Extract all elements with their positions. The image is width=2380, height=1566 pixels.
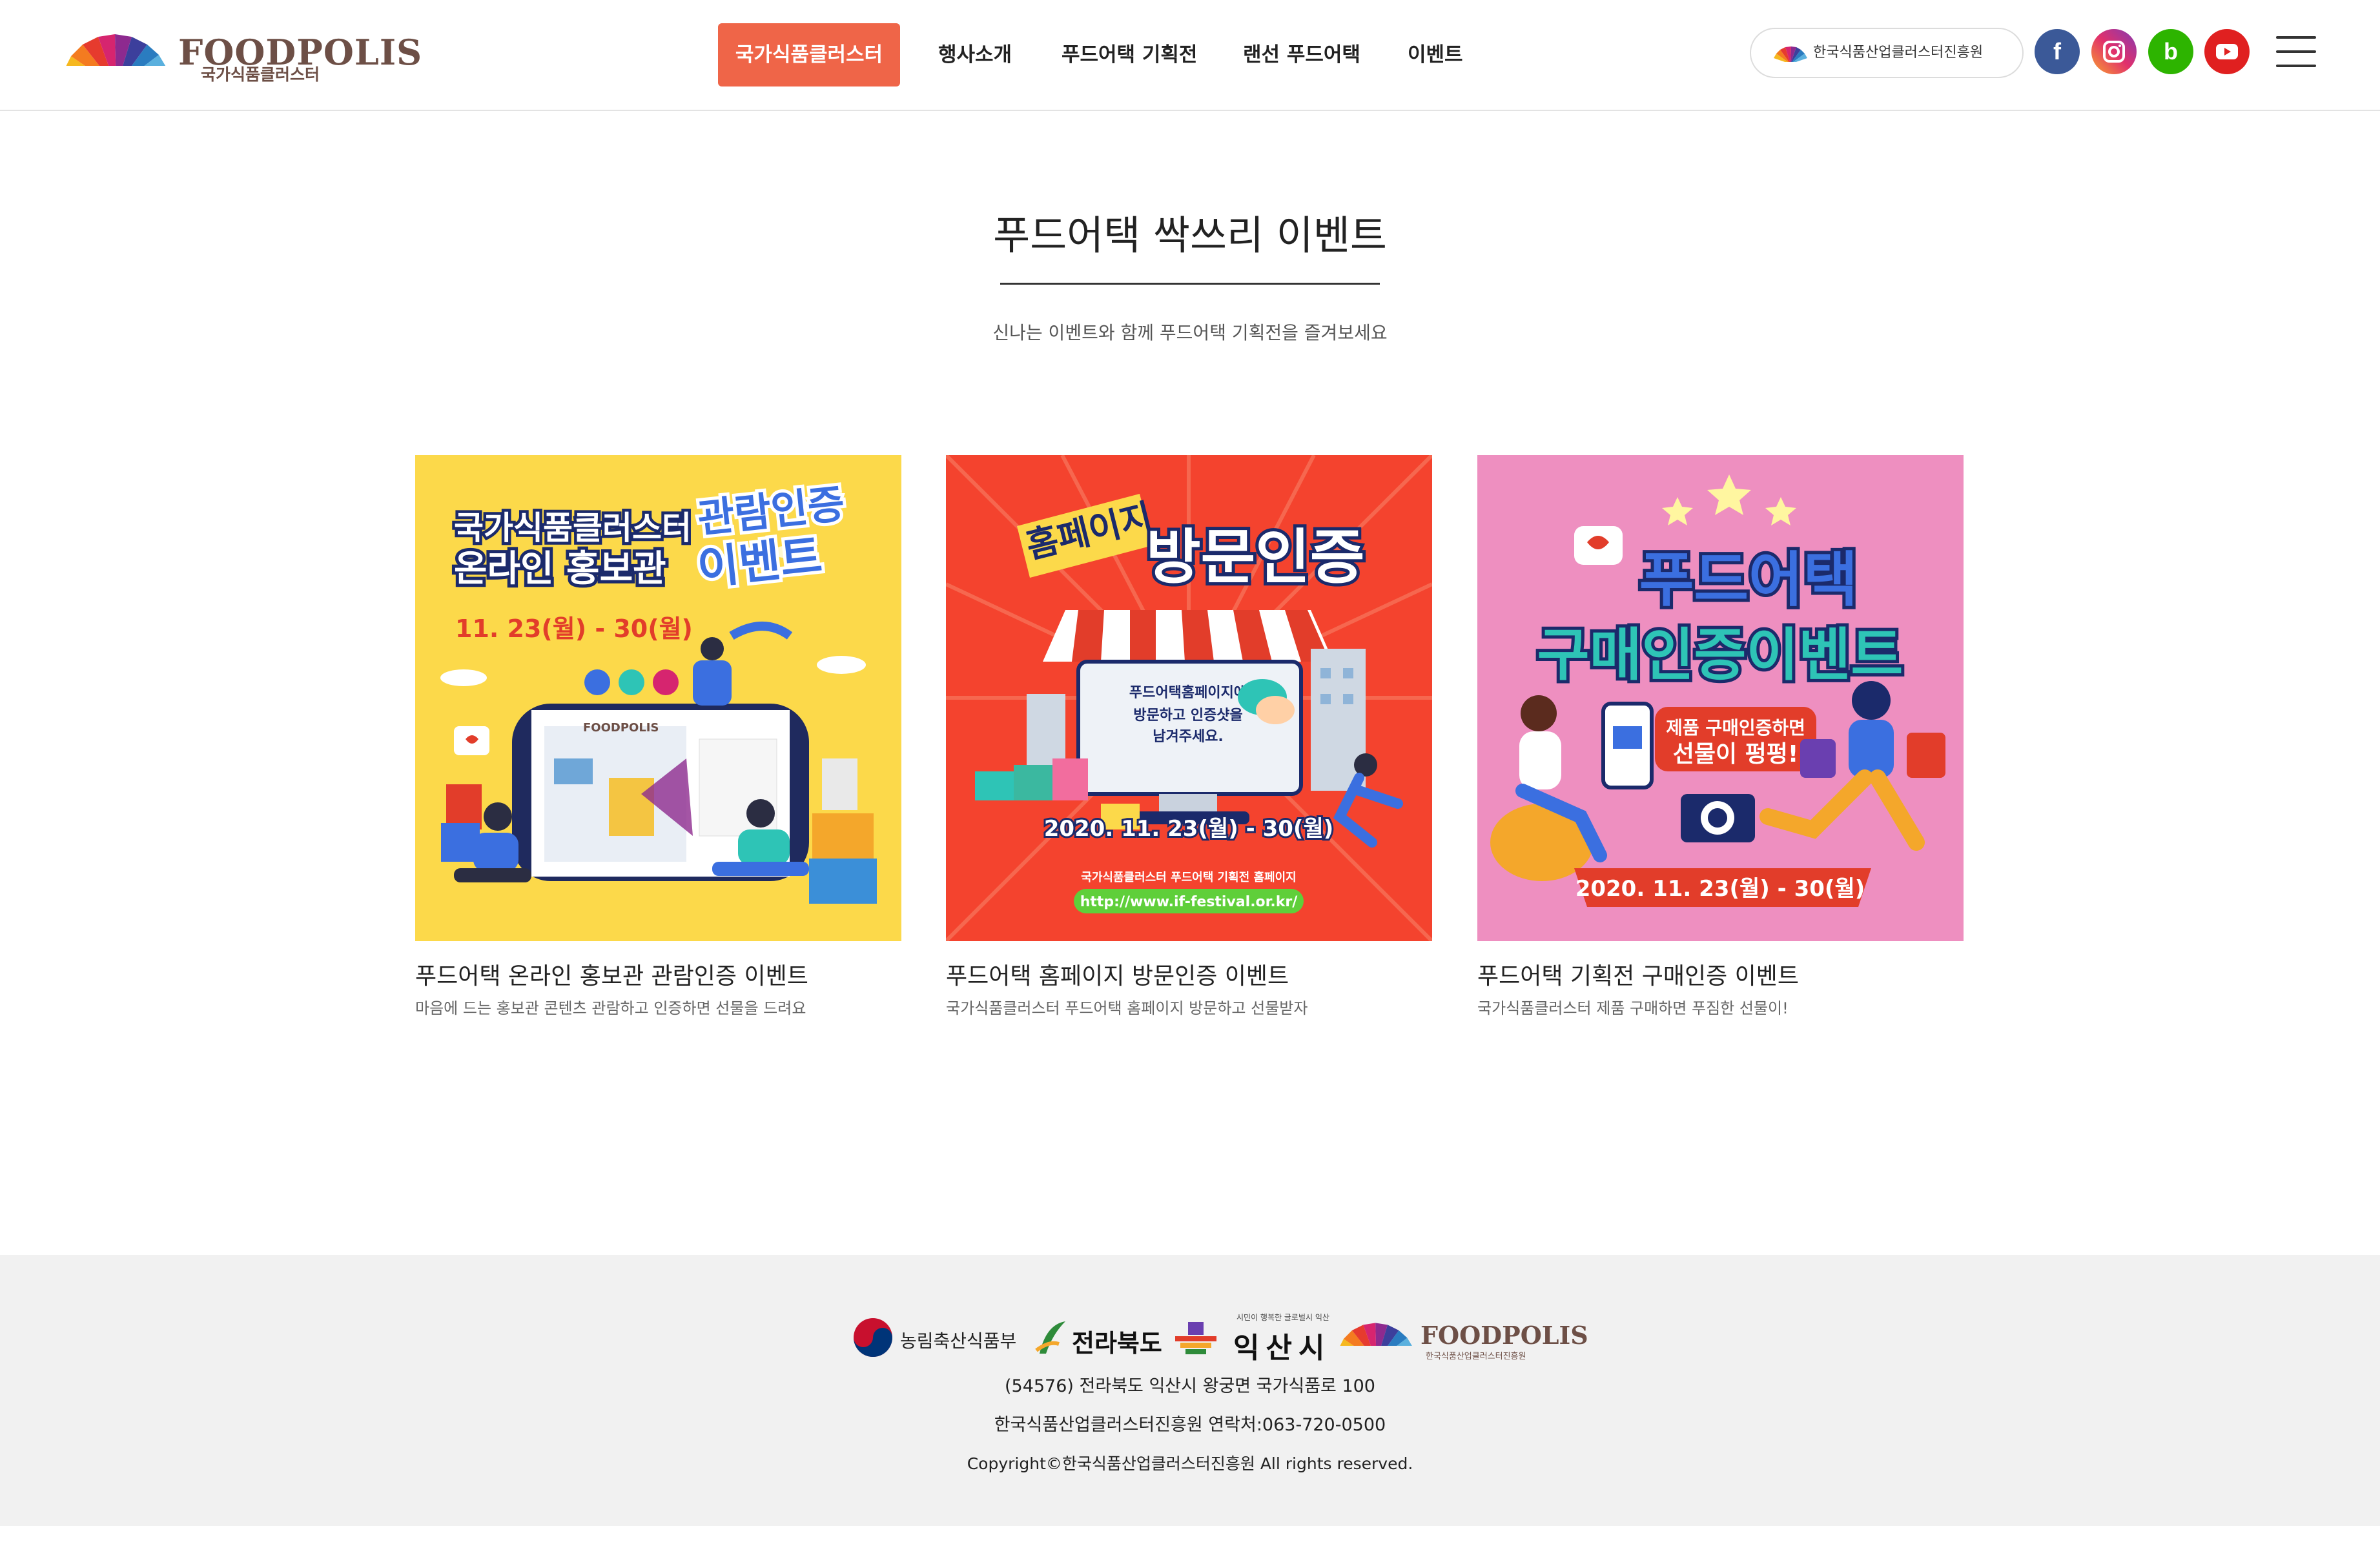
event-card-desc: 국가식품클러스터 푸드어택 홈페이지 방문하고 선물받자: [946, 999, 1308, 1017]
poster-2-screen-line1: 푸드어택홈페이지에: [1129, 685, 1247, 701]
event-card-desc: 국가식품클러스터 제품 구매하면 푸짐한 선물이!: [1477, 999, 1789, 1017]
poster-2-screen-line3: 남겨주세요.: [1153, 729, 1224, 745]
site-header: FOODPOLIS 국가식품클러스터 국가식품클러스터 행사소개 푸드어택 기획…: [0, 0, 2380, 111]
event-card-desc: 마음에 드는 홍보관 콘텐츠 관람하고 인증하면 선물을 드려요: [415, 999, 806, 1017]
partner-logos: 농림축산식품부 전라북도 시민이 행복한 글로벌시 익산 익산시 FOODPOL…: [852, 1305, 1588, 1370]
nav-item-events[interactable]: 이벤트: [1408, 23, 1463, 86]
blog-icon[interactable]: b: [2148, 29, 2193, 74]
poster-3-bubble2: 선물이 펑펑!: [1673, 741, 1799, 768]
poster-3-bubble1: 제품 구매인증하면: [1666, 717, 1805, 738]
event-card-title[interactable]: 푸드어택 기획전 구매인증 이벤트: [1477, 962, 1799, 991]
event-poster-purchase[interactable]: 푸드어택 구매인증이벤트 제품 구매인증하면 선물이 펑펑! 2020. 11.…: [1477, 455, 1964, 941]
footer-address: (54576) 전라북도 익산시 왕궁면 국가식품로 100: [1004, 1376, 1375, 1396]
nav-item-event-intro[interactable]: 행사소개: [938, 23, 1012, 86]
poster-2-headline: 방문인증: [1146, 523, 1365, 592]
org-fan-icon: [1774, 46, 1807, 62]
foodpolis-logo[interactable]: FOODPOLIS 국가식품클러스터: [63, 26, 422, 84]
footer-foodpolis-wordmark: FOODPOLIS: [1421, 1321, 1588, 1350]
event-poster-homepage-visit[interactable]: 홈페이지 방문인증 푸드어택홈페이지에 방문하고 인증샷을 남겨주세요. 202…: [946, 455, 1432, 941]
org-link-pill[interactable]: 한국식품산업클러스터진흥원: [1750, 28, 2024, 78]
poster-3-illustration: 푸드어택 구매인증이벤트 제품 구매인증하면 선물이 펑펑! 2020. 11.…: [1477, 455, 1964, 941]
page-subtitle: 신나는 이벤트와 함께 푸드어택 기획전을 즐겨보세요: [992, 322, 1388, 343]
footer-copyright: Copyright©한국식품산업클러스터진흥원 All rights reser…: [967, 1454, 1413, 1473]
taegeuk-icon: [854, 1318, 892, 1357]
poster-1-line2: 온라인 홍보관: [454, 548, 666, 590]
instagram-glyph: [2103, 41, 2125, 63]
nav-item-exhibition[interactable]: 푸드어택 기획전: [1062, 23, 1197, 86]
org-link-label: 한국식품산업클러스터진흥원: [1813, 45, 1984, 61]
poster-2-illustration: 홈페이지 방문인증 푸드어택홈페이지에 방문하고 인증샷을 남겨주세요. 202…: [946, 455, 1432, 941]
poster-1-line1: 국가식품클러스터: [454, 509, 692, 547]
site-footer: 농림축산식품부 전라북도 시민이 행복한 글로벌시 익산 익산시 FOODPOL…: [0, 1255, 2380, 1526]
poster-1-illustration: 국가식품클러스터 온라인 홍보관 관람인증 이벤트 11. 23(월) - 30…: [415, 455, 901, 941]
event-poster-online-pavilion[interactable]: 국가식품클러스터 온라인 홍보관 관람인증 이벤트 11. 23(월) - 30…: [415, 455, 901, 941]
jeonbuk-emblem-icon: [1035, 1321, 1065, 1354]
foodpolis-footer-fan-icon: [1338, 1323, 1415, 1354]
menu-hamburger-icon[interactable]: [2276, 36, 2316, 67]
poster-1-screen-logo: FOODPOLIS: [583, 721, 659, 735]
poster-3-date: 2020. 11. 23(월) - 30(월): [1575, 876, 1865, 902]
city-logo-text: 익산시: [1233, 1332, 1331, 1365]
poster-2-url: http://www.if-festival.or.kr/: [1080, 894, 1298, 910]
footer-foodpolis-sub: 한국식품산업클러스터진흥원: [1426, 1352, 1526, 1361]
poster-2-caption: 국가식품클러스터 푸드어택 기획전 홈페이지: [1081, 870, 1296, 884]
poster-3-line2: 구매인증이벤트: [1537, 622, 1903, 688]
event-card-title[interactable]: 푸드어택 홈페이지 방문인증 이벤트: [946, 962, 1289, 991]
instagram-icon[interactable]: [2091, 29, 2137, 74]
poster-3-line1: 푸드어택: [1639, 545, 1858, 615]
event-card-title[interactable]: 푸드어택 온라인 홍보관 관람인증 이벤트: [415, 962, 808, 991]
ministry-logo-text: 농림축산식품부: [900, 1330, 1017, 1352]
city-tagline: 시민이 행복한 글로벌시 익산: [1236, 1313, 1329, 1322]
iksan-emblem-icon: [1175, 1322, 1216, 1354]
youtube-glyph: [2216, 44, 2238, 59]
nav-item-food-cluster[interactable]: 국가식품클러스터: [718, 23, 900, 86]
facebook-glyph: f: [2053, 38, 2061, 65]
blog-glyph: b: [2164, 38, 2178, 65]
facebook-icon[interactable]: f: [2035, 29, 2080, 74]
logo-wordmark: FOODPOLIS: [178, 32, 423, 73]
footer-contact: 한국식품산업클러스터진흥원 연락처:063-720-0500: [994, 1415, 1386, 1435]
foodpolis-fan-icon: [63, 34, 170, 77]
province-logo-text: 전라북도: [1072, 1329, 1162, 1358]
youtube-icon[interactable]: [2204, 29, 2250, 74]
title-underline: [1000, 283, 1380, 285]
poster-2-date: 2020. 11. 23(월) - 30(월): [1044, 816, 1334, 842]
logo-subtitle: 국가식품클러스터: [201, 65, 320, 84]
poster-1-date: 11. 23(월) - 30(월): [455, 615, 693, 643]
page-title: 푸드어택 싹쓰리 이벤트: [993, 212, 1387, 259]
nav-item-online-food-attack[interactable]: 랜선 푸드어택: [1243, 23, 1360, 86]
poster-2-screen-line2: 방문하고 인증샷을: [1133, 707, 1243, 724]
